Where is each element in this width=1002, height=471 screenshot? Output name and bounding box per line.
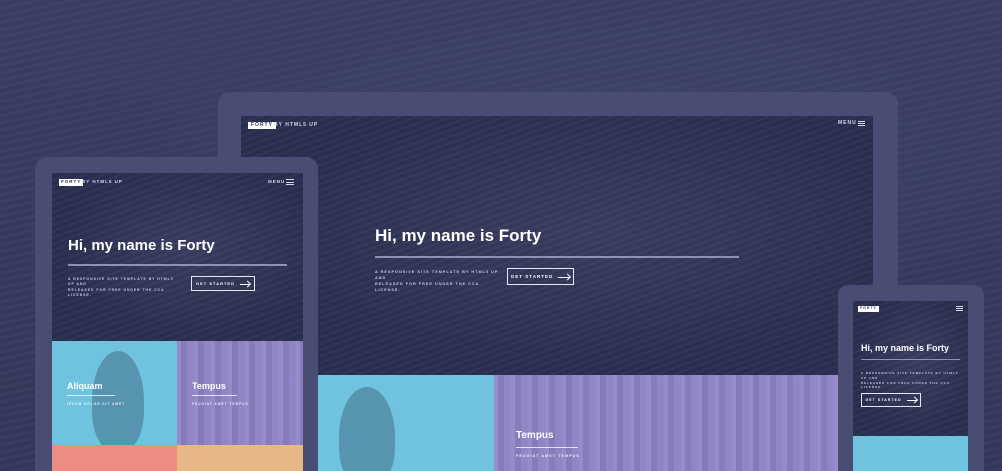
tablet-tile-person-image — [92, 351, 144, 445]
desktop-tile-aliquam[interactable] — [317, 375, 494, 471]
tablet-hero-divider — [68, 264, 287, 266]
phone-get-started-label: GET STARTED — [865, 398, 902, 402]
desktop-hero-divider — [375, 256, 739, 258]
desktop-hero-desc-line2: released for free under the CCA license. — [375, 282, 480, 293]
tablet-logo-by: BY HTML5 UP — [82, 179, 123, 184]
desktop-hero — [241, 116, 873, 375]
desktop-logo[interactable]: FORTY — [248, 122, 276, 129]
phone-arrow-right-icon — [906, 398, 917, 403]
tablet-hero-desc-line2: released for free under the CCA license. — [68, 287, 165, 298]
phone-hero-desc-line2: released for free under the CCA license. — [861, 380, 950, 390]
tablet-hero — [52, 173, 303, 341]
desktop-menu-label[interactable]: MENU — [838, 121, 857, 126]
phone-tile-aliquam[interactable] — [853, 436, 968, 471]
phone-screen: FORTY Hi, my name is Forty A responsive … — [853, 301, 968, 471]
tablet-tile-tempus-divider — [192, 395, 237, 396]
tablet-tile-salmon[interactable] — [52, 445, 177, 471]
desktop-tile-title: Tempus — [516, 430, 554, 441]
tablet-tile-aliquam-subtitle: Ipsum dolor sit amet — [67, 402, 126, 406]
desktop-hero-description: A responsive site template by HTML5 UP a… — [375, 269, 501, 293]
tablet-screen: FORTY BY HTML5 UP MENU Hi, my name is Fo… — [52, 173, 303, 471]
desktop-menu-icon[interactable] — [858, 121, 865, 126]
tablet-get-started-button[interactable]: GET STARTED — [191, 276, 255, 291]
phone-hero-title: Hi, my name is Forty — [861, 343, 950, 353]
tablet-tile-tempus-title: Tempus — [192, 381, 226, 391]
tablet-get-started-label: GET STARTED — [196, 281, 235, 286]
desktop-get-started-label: GET STARTED — [510, 274, 554, 279]
tablet-tile-city-image — [177, 341, 303, 445]
tablet-logo[interactable]: FORTY — [59, 179, 84, 186]
tablet-arrow-right-icon — [239, 281, 250, 286]
desktop-get-started-button[interactable]: GET STARTED — [507, 268, 574, 285]
desktop-tile-subtitle: Feugiat amet tempus — [516, 454, 580, 458]
tablet-tile-tan[interactable] — [177, 445, 303, 471]
tablet-tile-tempus-subtitle: Feugiat amet tempus — [192, 402, 249, 406]
desktop-logo-by: BY HTML5 UP — [274, 122, 319, 128]
phone-hero — [853, 301, 968, 436]
desktop-screen: FORTY BY HTML5 UP MENU Hi, my name is Fo… — [241, 116, 873, 471]
phone-hero-desc-line1: A responsive site template by HTML5 UP a… — [861, 371, 959, 380]
tablet-tile-aliquam-divider — [67, 395, 115, 396]
tablet-hero-description: A responsive site template by HTML5 UP a… — [68, 277, 178, 299]
desktop-tile-tempus[interactable]: Tempus Feugiat amet tempus — [494, 375, 873, 471]
desktop-arrow-right-icon — [558, 274, 571, 280]
phone-menu-icon[interactable] — [956, 306, 963, 311]
tablet-hero-desc-line1: A responsive site template by HTML5 UP a… — [68, 277, 174, 287]
phone-device: FORTY Hi, my name is Forty A responsive … — [838, 285, 984, 471]
tablet-device: FORTY BY HTML5 UP MENU Hi, my name is Fo… — [35, 157, 318, 471]
desktop-hero-desc-line1: A responsive site template by HTML5 UP a… — [375, 270, 499, 281]
tablet-tile-aliquam[interactable]: Aliquam Ipsum dolor sit amet — [52, 341, 177, 445]
phone-logo[interactable]: FORTY — [858, 306, 879, 312]
desktop-monitor: FORTY BY HTML5 UP MENU Hi, my name is Fo… — [218, 92, 898, 471]
desktop-tile-person-image — [339, 387, 395, 471]
phone-hero-description: A responsive site template by HTML5 UP a… — [861, 371, 961, 390]
tablet-menu-label[interactable]: MENU — [268, 179, 285, 185]
tablet-tile-aliquam-title: Aliquam — [67, 381, 103, 391]
desktop-hero-title: Hi, my name is Forty — [375, 226, 542, 245]
phone-hero-divider — [861, 359, 960, 360]
tablet-menu-icon[interactable] — [286, 179, 294, 185]
desktop-tile-divider — [516, 447, 578, 448]
phone-get-started-button[interactable]: GET STARTED — [861, 393, 921, 407]
tablet-hero-title: Hi, my name is Forty — [68, 237, 215, 254]
tablet-tile-tempus[interactable]: Tempus Feugiat amet tempus — [177, 341, 303, 445]
